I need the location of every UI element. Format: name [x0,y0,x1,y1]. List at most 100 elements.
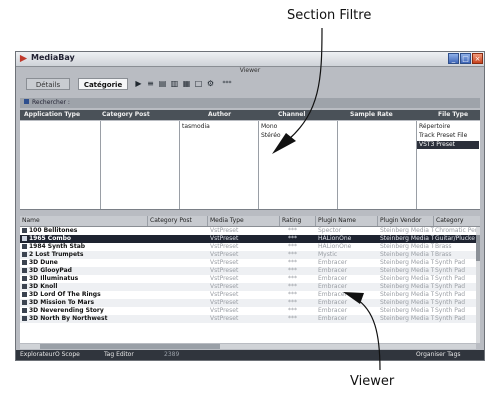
minimize-button[interactable]: _ [448,53,459,64]
table-row[interactable]: 3D GlooyPad VstPreset *** Embracer Stein… [20,267,476,275]
row-rating[interactable]: *** [288,283,316,291]
filter-list-file-type[interactable]: Répertoire Track Preset File VST3 Preset [417,121,479,209]
search-bar[interactable]: Rechercher : [20,98,480,108]
layout-icon[interactable]: ▤ [158,79,167,88]
tab-categorie[interactable]: Catégorie [78,78,128,90]
table-row-selected[interactable]: 1965 Combo VstPreset *** HALionOne Stein… [20,235,476,243]
filter-list-application-type[interactable] [20,121,101,209]
row-media-type: VstPreset [210,243,239,250]
filter-col-category-post[interactable]: Category Post [102,110,150,120]
filter-icon[interactable]: ≡ [146,79,155,88]
result-count: 2389 [164,351,180,358]
filter-item-vst3-preset[interactable]: VST3 Preset [417,141,479,149]
row-rating[interactable]: *** [288,227,316,235]
row-name: 3D GlooyPad [20,267,146,275]
play-icon[interactable]: ▶ [134,79,143,88]
filter-col-channel[interactable]: Channel [278,110,305,120]
row-rating[interactable]: *** [288,243,316,251]
table-row[interactable]: 3D Lord Of The Rings VstPreset *** Embra… [20,291,476,299]
filter-item-stereo[interactable]: Stéréo [259,132,337,140]
preset-icon [22,228,27,233]
table-row[interactable]: 3D Illuminatus VstPreset *** Embracer St… [20,275,476,283]
row-media-type: VstPreset [210,283,239,290]
table-row[interactable]: 3D North By Northwest VstPreset *** Embr… [20,315,476,323]
col-name[interactable]: Name [20,216,148,226]
explorer-scope-toggle[interactable]: ExplorateurO Scope [20,350,80,360]
gear-icon[interactable]: ⚙ [206,79,215,88]
row-rating[interactable]: *** [288,251,316,259]
callout-filter-section: Section Filtre [287,8,372,23]
row-plugin: HALionOne [318,243,352,250]
filter-col-sample-rate[interactable]: Sample Rate [350,110,393,120]
row-media-type: VstPreset [210,299,239,306]
filter-col-application-type[interactable]: Application Type [24,110,80,120]
table-row[interactable]: 3D Mission To Mars VstPreset *** Embrace… [20,299,476,307]
preset-icon [22,316,27,321]
row-category: Guitar/Plucke [435,235,475,242]
preset-icon [22,292,27,297]
filter-list-sample-rate[interactable] [338,121,417,209]
row-name: 1984 Synth Stab [20,243,146,251]
row-media-type: VstPreset [210,315,239,322]
columns-icon[interactable]: ▥ [170,79,179,88]
col-plugin-name[interactable]: Plugin Name [316,216,378,226]
more-icon[interactable]: *** [220,79,234,88]
row-rating[interactable]: *** [288,275,316,283]
row-name: 3D Lord Of The Rings [20,291,146,299]
filter-item-track-preset[interactable]: Track Preset File [417,132,479,140]
row-name: 3D Knoll [20,283,146,291]
scroll-thumb[interactable] [476,235,480,261]
table-row[interactable]: 3D Neverending Story VstPreset *** Embra… [20,307,476,315]
maximize-button[interactable]: □ [460,53,471,64]
col-category-post[interactable]: Category Post [148,216,208,226]
grid-icon[interactable]: ▦ [182,79,191,88]
row-rating[interactable]: *** [288,299,316,307]
row-vendor: Steinberg Media Tec [380,283,434,290]
row-vendor: Steinberg Media Tec [380,267,434,274]
organiser-tags-toggle[interactable]: Organiser Tags [416,350,461,360]
table-row[interactable]: 3D Knoll VstPreset *** Embracer Steinber… [20,283,476,291]
col-media-type[interactable]: Media Type [208,216,280,226]
filter-list-channel[interactable]: Mono Stéréo [259,121,338,209]
row-media-type: VstPreset [210,251,239,258]
col-category[interactable]: Category [434,216,480,226]
row-name: 3D Neverending Story [20,307,146,315]
viewer-rows: 100 Bellitones VstPreset *** Spector Ste… [20,227,476,343]
row-category: Synth Pad [435,307,466,314]
row-rating[interactable]: *** [288,267,316,275]
filter-col-author[interactable]: Author [208,110,231,120]
filter-item-repertoire[interactable]: Répertoire [417,123,479,131]
table-row[interactable]: 2 Lost Trumpets VstPreset *** Mystic Ste… [20,251,476,259]
preset-icon [22,244,27,249]
horizontal-scrollbar[interactable] [20,344,476,349]
table-row[interactable]: 3D Dune VstPreset *** Embracer Steinberg… [20,259,476,267]
filter-item-author[interactable]: tasmodia [180,123,258,131]
row-media-type: VstPreset [210,259,239,266]
window-icon[interactable]: □ [194,79,203,88]
row-rating[interactable]: *** [288,291,316,299]
filter-list-author[interactable]: tasmodia [180,121,259,209]
col-plugin-vendor[interactable]: Plugin Vendor [378,216,434,226]
row-rating[interactable]: *** [288,235,316,243]
table-row[interactable]: 1984 Synth Stab VstPreset *** HALionOne … [20,243,476,251]
table-row[interactable]: 100 Bellitones VstPreset *** Spector Ste… [20,227,476,235]
filter-col-file-type[interactable]: File Type [438,110,468,120]
row-rating[interactable]: *** [288,315,316,323]
preset-icon [22,260,27,265]
filter-item-mono[interactable]: Mono [259,123,337,131]
row-vendor: Steinberg Media Tec [380,227,434,234]
tab-details[interactable]: Détails [26,78,70,90]
row-rating[interactable]: *** [288,307,316,315]
col-rating[interactable]: Rating [280,216,316,226]
row-vendor: Steinberg Media Tec [380,235,434,242]
row-category: Synth Pad [435,259,466,266]
tag-editor-toggle[interactable]: Tag Editor [104,350,134,360]
close-button[interactable]: × [472,53,483,64]
scroll-thumb[interactable] [40,344,220,349]
row-category: Synth Pad [435,275,466,282]
row-name: 3D Mission To Mars [20,299,146,307]
preset-icon [22,300,27,305]
vertical-scrollbar[interactable] [476,227,480,343]
filter-list-category-post[interactable] [101,121,180,209]
row-rating[interactable]: *** [288,259,316,267]
